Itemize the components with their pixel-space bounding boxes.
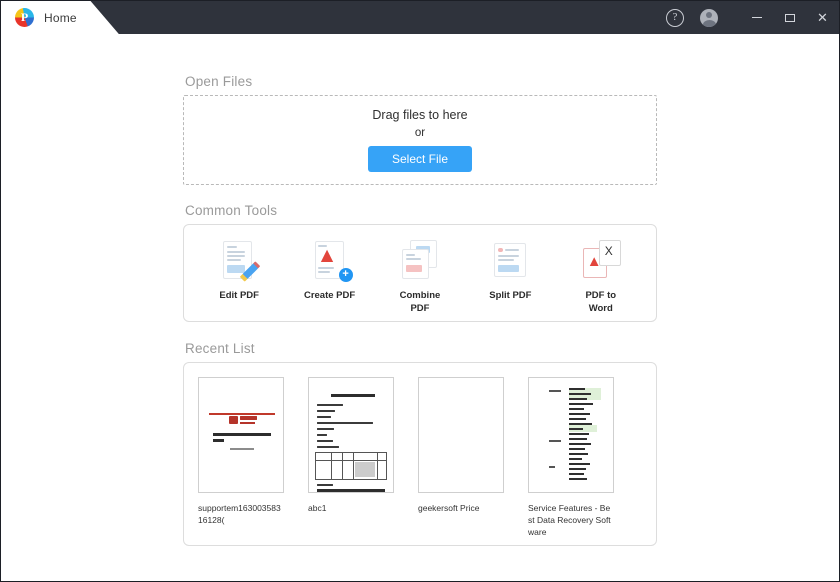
- maximize-button[interactable]: [773, 1, 806, 34]
- tool-label: Split PDF: [489, 289, 531, 302]
- account-button[interactable]: [692, 1, 726, 34]
- minimize-icon: [752, 17, 762, 18]
- recent-item[interactable]: Service Features - Best Data Recovery So…: [528, 377, 614, 545]
- select-file-button[interactable]: Select File: [368, 146, 472, 172]
- open-files-section: Open Files Drag files to here or Select …: [183, 34, 657, 185]
- window-controls: ✕: [740, 1, 839, 34]
- plus-badge-icon: +: [339, 268, 353, 282]
- tool-label: Edit PDF: [219, 289, 259, 302]
- open-files-title: Open Files: [185, 74, 657, 89]
- recent-item[interactable]: geekersoft Price: [418, 377, 504, 545]
- file-drop-zone[interactable]: Drag files to here or Select File: [183, 95, 657, 185]
- avatar-icon: [700, 9, 718, 27]
- tool-split-pdf[interactable]: Split PDF: [468, 239, 552, 302]
- pdf-to-word-icon: ▲ X: [580, 239, 622, 281]
- document-thumbnail[interactable]: [308, 377, 394, 493]
- tool-combine-pdf[interactable]: Combine PDF: [378, 239, 462, 315]
- common-tools-title: Common Tools: [185, 203, 657, 218]
- common-tools-panel: Edit PDF ▲ + Create PDF: [183, 224, 657, 322]
- help-icon: ?: [666, 9, 684, 27]
- recent-item-name: Service Features - Best Data Recovery So…: [528, 502, 614, 538]
- tool-label: PDF to Word: [574, 289, 628, 315]
- minimize-button[interactable]: [740, 1, 773, 34]
- tool-create-pdf[interactable]: ▲ + Create PDF: [288, 239, 372, 302]
- app-logo-icon: [15, 8, 34, 27]
- tool-label: Create PDF: [304, 289, 355, 302]
- application-window: Home ? ✕ Ope: [0, 0, 840, 582]
- common-tools-section: Common Tools Edit PDF: [183, 185, 657, 322]
- title-bar: Home ? ✕: [1, 1, 839, 34]
- drop-zone-or: or: [415, 127, 425, 139]
- recent-list-title: Recent List: [185, 341, 657, 356]
- tab-home[interactable]: Home: [1, 1, 119, 34]
- drop-zone-instruction: Drag files to here: [372, 108, 467, 122]
- title-bar-actions: ? ✕: [658, 1, 839, 34]
- tool-label: Combine PDF: [393, 289, 447, 315]
- recent-item-name: supportem16300358316128(: [198, 502, 284, 526]
- tool-edit-pdf[interactable]: Edit PDF: [197, 239, 281, 302]
- recent-item[interactable]: abc1: [308, 377, 394, 545]
- close-button[interactable]: ✕: [806, 1, 839, 34]
- recent-list-section: Recent List supportem16300358316128(: [183, 322, 657, 546]
- close-icon: ✕: [817, 11, 828, 24]
- main-content: Open Files Drag files to here or Select …: [1, 34, 839, 581]
- document-thumbnail[interactable]: [198, 377, 284, 493]
- document-thumbnail[interactable]: [418, 377, 504, 493]
- edit-pdf-icon: [218, 239, 260, 281]
- combine-pdf-icon: [399, 239, 441, 281]
- document-thumbnail[interactable]: [528, 377, 614, 493]
- recent-item[interactable]: supportem16300358316128(: [198, 377, 284, 545]
- create-pdf-icon: ▲ +: [309, 239, 351, 281]
- recent-item-name: geekersoft Price: [418, 502, 504, 514]
- help-button[interactable]: ?: [658, 1, 692, 34]
- recent-list-panel: supportem16300358316128(: [183, 362, 657, 546]
- split-pdf-icon: [489, 239, 531, 281]
- tab-home-label: Home: [44, 11, 77, 25]
- maximize-icon: [785, 14, 795, 22]
- recent-item-name: abc1: [308, 502, 394, 514]
- tool-pdf-to-word[interactable]: ▲ X PDF to Word: [559, 239, 643, 315]
